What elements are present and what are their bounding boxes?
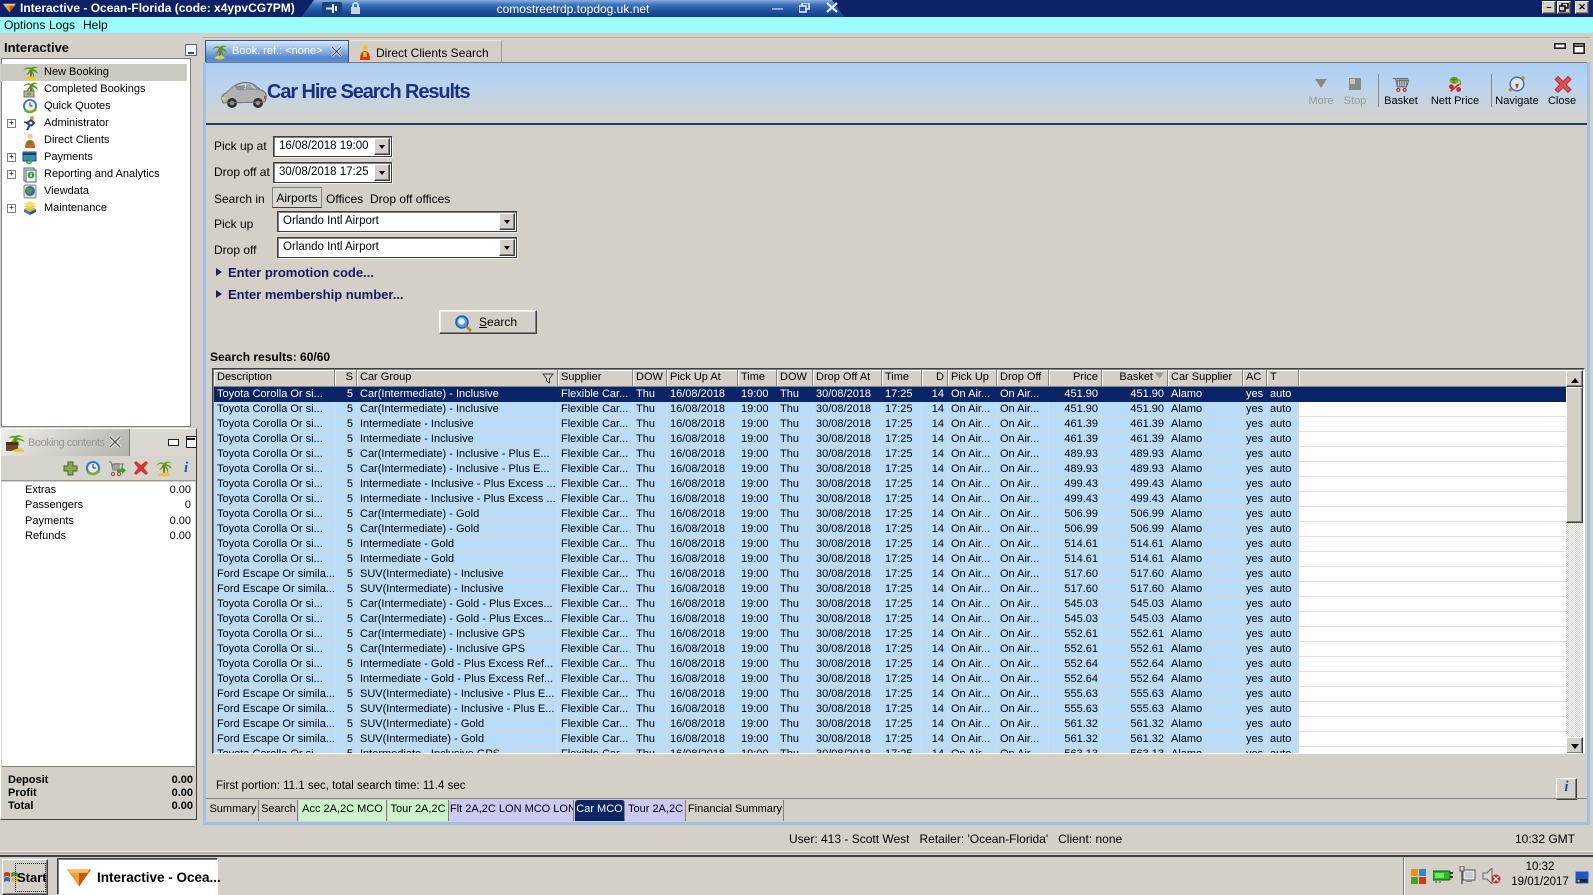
svg-text:$: $ [26, 153, 33, 166]
